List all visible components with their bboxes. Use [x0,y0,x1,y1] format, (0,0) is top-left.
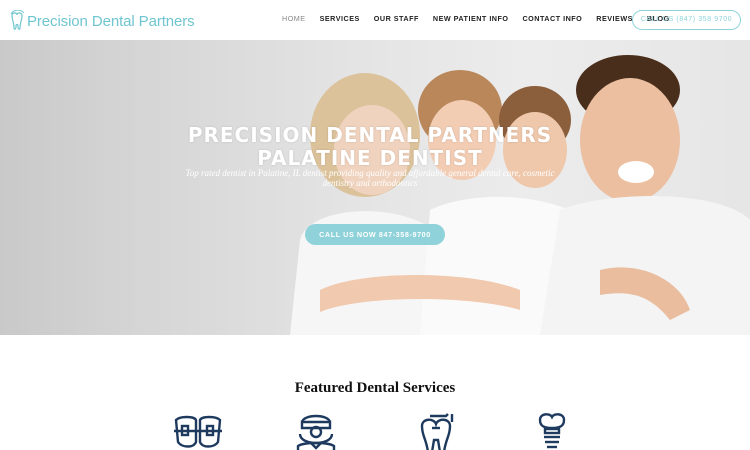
hero-title: PRECISION DENTAL PARTNERS PALATINE DENTI… [150,124,590,170]
hero-banner: PRECISION DENTAL PARTNERS PALATINE DENTI… [0,40,750,335]
featured-services-title: Featured Dental Services [294,380,456,396]
hero-title-line-1: PRECISION DENTAL PARTNERS [187,123,553,147]
tooth-logo-icon [10,10,25,30]
nav-home[interactable]: HOME [282,14,306,23]
call-us-button[interactable]: CALL US (847) 358 9700 [632,10,741,30]
call-us-now-button[interactable]: CALL US NOW 847-358-9700 [305,224,445,245]
nav-our-staff[interactable]: OUR STAFF [374,14,419,23]
logo-text: Precision Dental Partners [27,12,195,30]
logo[interactable]: Precision Dental Partners [9,9,195,33]
braces-icon[interactable] [172,412,224,450]
hero-title-line-2: PALATINE DENTIST [257,146,483,170]
nav-new-patient-info[interactable]: NEW PATIENT INFO [433,14,509,23]
dentist-icon[interactable] [290,412,342,450]
dental-implant-icon[interactable] [526,412,578,450]
nav-reviews[interactable]: REVIEWS [596,14,633,23]
site-header: Precision Dental Partners HOME SERVICES … [0,0,750,40]
main-nav: HOME SERVICES OUR STAFF NEW PATIENT INFO… [282,14,684,23]
nav-contact-info[interactable]: CONTACT INFO [522,14,582,23]
hero-subtitle: Top rated dentist in Palatine, IL dentis… [185,168,555,188]
nav-services[interactable]: SERVICES [320,14,360,23]
tooth-filling-icon[interactable] [410,412,462,450]
